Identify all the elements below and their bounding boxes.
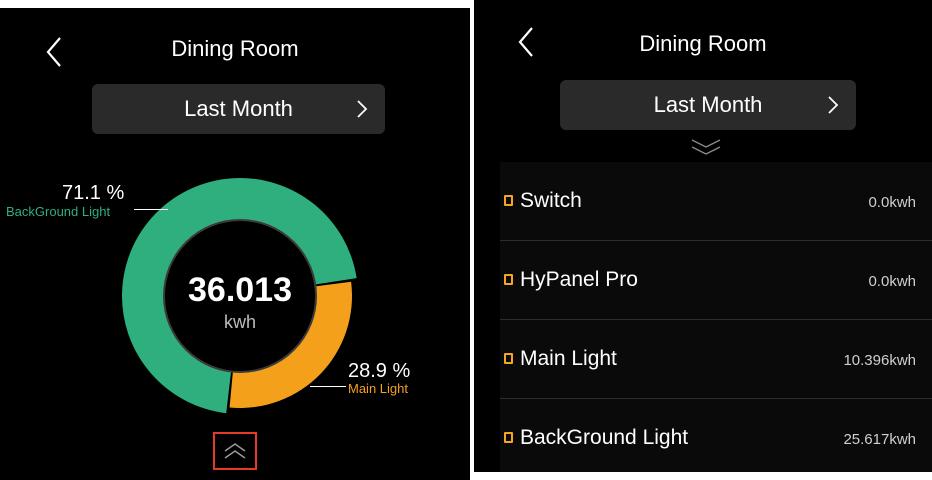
left-screen: Dining Room Last Month 36.013 kwh 71.1 %… xyxy=(0,8,470,480)
device-usage-value: 25.617kwh xyxy=(843,431,916,448)
period-selector[interactable]: Last Month xyxy=(92,84,385,134)
expand-list-button[interactable] xyxy=(213,432,257,470)
period-label: Last Month xyxy=(184,96,293,121)
leader-line-background-light xyxy=(134,209,168,210)
leader-line-main-light xyxy=(310,386,346,387)
page-title: Dining Room xyxy=(639,31,767,56)
list-item[interactable]: BackGround Light 25.617kwh xyxy=(500,399,932,472)
device-name: BackGround Light xyxy=(520,426,689,449)
right-screen: Dining Room Last Month Switch 0.0kwh HyP… xyxy=(474,0,932,472)
device-icon xyxy=(504,195,513,206)
total-energy-unit: kwh xyxy=(223,312,256,332)
slice-name-background-light: BackGround Light xyxy=(6,204,111,219)
period-selector[interactable]: Last Month xyxy=(560,80,856,130)
list-item[interactable]: Switch 0.0kwh xyxy=(500,162,932,241)
slice-name-main-light: Main Light xyxy=(348,381,408,396)
device-usage-list: Switch 0.0kwh HyPanel Pro 0.0kwh Main Li… xyxy=(500,162,932,472)
device-icon xyxy=(504,274,513,285)
usage-donut-chart: 36.013 kwh xyxy=(120,176,360,416)
chevron-right-icon xyxy=(357,100,368,118)
double-chevron-up-icon xyxy=(224,443,246,459)
device-icon xyxy=(504,353,513,364)
chevron-right-icon xyxy=(828,96,839,114)
device-usage-value: 10.396kwh xyxy=(843,352,916,369)
device-name: Switch xyxy=(520,189,582,212)
slice-percent-background-light: 71.1 % xyxy=(62,182,125,204)
total-energy-value: 36.013 xyxy=(188,271,292,309)
device-name: Main Light xyxy=(520,347,617,370)
list-item[interactable]: Main Light 10.396kwh xyxy=(500,320,932,399)
device-name: HyPanel Pro xyxy=(520,268,638,291)
slice-percent-main-light: 28.9 % xyxy=(348,360,411,382)
period-label: Last Month xyxy=(653,92,763,117)
device-usage-value: 0.0kwh xyxy=(868,273,916,290)
device-icon xyxy=(504,432,513,443)
list-item[interactable]: HyPanel Pro 0.0kwh xyxy=(500,241,932,320)
double-chevron-down-icon[interactable] xyxy=(688,136,724,160)
page-title: Dining Room xyxy=(171,36,299,61)
device-usage-value: 0.0kwh xyxy=(868,194,916,211)
